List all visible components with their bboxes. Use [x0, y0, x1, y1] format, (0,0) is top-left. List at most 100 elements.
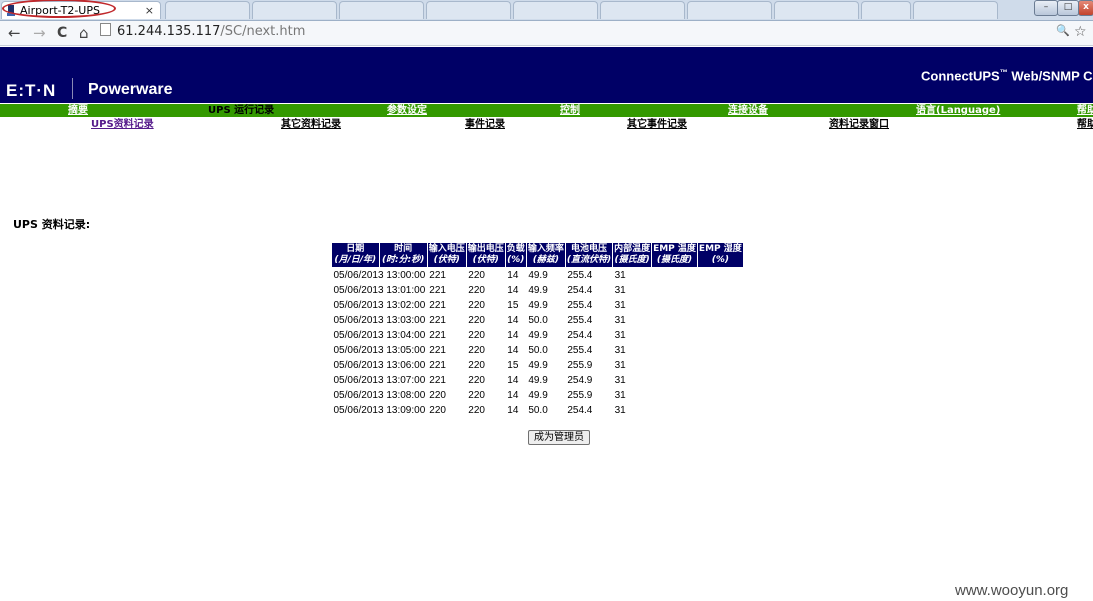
subnav-other-event-log[interactable]: 其它事件记录 — [627, 118, 687, 131]
table-row: 05/06/2013 13:07:00 221 220 14 49.9 254.9 31 — [332, 373, 744, 388]
table-cell-battery: 255.9 — [567, 390, 593, 401]
logo-divider — [72, 78, 73, 99]
table-cell-battery: 255.4 — [567, 345, 593, 356]
column-unit: (时:分:秒) — [381, 255, 425, 265]
table-row: 05/06/2013 13:03:00 221 220 14 50.0 255.4 31 — [332, 313, 744, 328]
table-cell-empty — [697, 328, 743, 343]
table-cell-empty — [697, 268, 743, 284]
table-cell-temp: 31 — [614, 375, 626, 386]
table-cell-vout: 220 — [468, 375, 485, 386]
table-row: 05/06/2013 13:02:00 221 220 15 49.9 255.4 31 — [332, 298, 744, 313]
nav-help[interactable]: 帮助 — [1077, 104, 1093, 117]
browser-tab-strip: Airport-T2-UPS × – □ x — [0, 0, 1093, 21]
table-row: 05/06/2013 13:08:00 220 220 14 49.9 255.9 31 — [332, 388, 744, 403]
table-cell-vout: 220 — [468, 345, 485, 356]
table-cell-empty — [652, 388, 698, 403]
table-cell-datetime: 05/06/2013 13:07:00 — [333, 375, 426, 386]
subnav-log-window[interactable]: 资料记录窗口 — [829, 118, 889, 131]
reload-icon[interactable]: C — [57, 24, 67, 42]
watermark-text: www.wooyun.org — [955, 582, 1069, 599]
subnav-help[interactable]: 帮助 — [1077, 118, 1093, 131]
table-cell-load: 14 — [507, 285, 519, 296]
subnav-ups-data-log[interactable]: UPS资料记录 — [91, 118, 154, 131]
table-row: 05/06/2013 13:05:00 221 220 14 50.0 255.4 31 — [332, 343, 744, 358]
table-cell-empty — [697, 403, 743, 418]
browser-tab[interactable] — [513, 1, 598, 19]
browser-tab[interactable] — [913, 1, 998, 19]
column-header: 内部温度 (摄氏度) — [612, 242, 653, 268]
nav-connected-devices[interactable]: 连接设备 — [728, 104, 768, 117]
table-cell-temp: 31 — [614, 405, 626, 416]
table-cell-empty — [697, 373, 743, 388]
table-cell-freq: 49.9 — [528, 375, 548, 386]
close-window-icon[interactable]: x — [1078, 0, 1093, 16]
table-cell-vout: 220 — [468, 270, 485, 281]
nav-ups-log[interactable]: UPS 运行记录 — [208, 104, 274, 117]
browser-tab[interactable] — [252, 1, 337, 19]
table-cell-empty — [697, 358, 743, 373]
column-name: 日期 — [346, 244, 365, 254]
table-cell-load: 14 — [507, 330, 519, 341]
home-icon[interactable]: ⌂ — [79, 24, 89, 42]
browser-tab[interactable] — [861, 1, 911, 19]
browser-tab[interactable] — [774, 1, 859, 19]
table-row: 05/06/2013 13:00:00 221 220 14 49.9 255.4 31 — [332, 268, 744, 284]
column-name: 输出电压 — [467, 244, 504, 254]
table-cell-freq: 50.0 — [528, 405, 548, 416]
table-cell-vout: 220 — [468, 330, 485, 341]
nav-control[interactable]: 控制 — [560, 104, 580, 117]
column-name: EMP 湿度 — [698, 244, 742, 254]
table-cell-battery: 255.9 — [567, 360, 593, 371]
browser-tab[interactable] — [687, 1, 772, 19]
become-admin-button[interactable]: 成为管理员 — [528, 430, 590, 445]
table-cell-empty — [652, 358, 698, 373]
table-row: 05/06/2013 13:06:00 221 220 15 49.9 255.9 31 — [332, 358, 744, 373]
table-cell-datetime: 05/06/2013 13:00:00 — [333, 270, 426, 281]
bookmark-star-icon[interactable]: ☆ — [1074, 24, 1087, 40]
table-cell-datetime: 05/06/2013 13:09:00 — [333, 405, 426, 416]
table-cell-empty — [652, 298, 698, 313]
address-toolbar: ← → C ⌂ 61.244.135.117/SC/next.htm 🔍 ☆ — [0, 21, 1093, 46]
table-cell-datetime: 05/06/2013 13:04:00 — [333, 330, 426, 341]
zoom-icon[interactable]: 🔍 — [1056, 24, 1070, 37]
table-cell-freq: 49.9 — [528, 285, 548, 296]
eaton-logo: E:T·N — [6, 81, 57, 100]
tab-close-icon[interactable]: × — [145, 2, 154, 19]
nav-parameters[interactable]: 参数设定 — [387, 104, 427, 117]
back-icon[interactable]: ← — [8, 24, 21, 42]
table-cell-vout: 220 — [468, 390, 485, 401]
column-unit: (伏特) — [472, 255, 499, 265]
column-unit: (摄氏度) — [656, 255, 693, 265]
nav-language[interactable]: 语言(Language) — [916, 104, 1000, 117]
subnav-other-data-log[interactable]: 其它资料记录 — [281, 118, 341, 131]
table-cell-temp: 31 — [614, 270, 626, 281]
column-header: EMP 湿度 (%) — [696, 242, 744, 268]
subnav-event-log[interactable]: 事件记录 — [465, 118, 505, 131]
browser-tab[interactable] — [165, 1, 250, 19]
column-name: 输入电压 — [428, 244, 465, 254]
table-cell-battery: 254.4 — [567, 330, 593, 341]
table-cell-battery: 255.4 — [567, 270, 593, 281]
table-cell-temp: 31 — [614, 330, 626, 341]
browser-tab[interactable] — [339, 1, 424, 19]
table-header-row: 日期 (月/日/年) 时间 (时:分:秒) 输入电压 (伏特) 输出电压 (伏特) 负载… — [331, 242, 744, 268]
table-cell-empty — [652, 283, 698, 298]
forward-icon[interactable]: → — [33, 24, 46, 42]
table-cell-temp: 31 — [614, 390, 626, 401]
table-cell-empty — [697, 313, 743, 328]
nav-summary[interactable]: 摘要 — [68, 104, 88, 117]
table-cell-empty — [652, 313, 698, 328]
product-suffix: Web/SNMP C — [1011, 68, 1093, 84]
maximize-icon[interactable]: □ — [1057, 0, 1079, 16]
minimize-icon[interactable]: – — [1034, 0, 1058, 16]
column-name: 内部温度 — [614, 244, 651, 254]
table-cell-freq: 49.9 — [528, 390, 548, 401]
browser-tab[interactable] — [426, 1, 511, 19]
browser-tab[interactable] — [600, 1, 685, 19]
url-input[interactable]: 61.244.135.117/SC/next.htm — [100, 23, 1050, 41]
table-cell-freq: 49.9 — [528, 360, 548, 371]
table-cell-datetime: 05/06/2013 13:03:00 — [333, 315, 426, 326]
column-unit: (摄氏度) — [614, 255, 650, 265]
table-cell-vin: 221 — [429, 330, 446, 341]
ups-data-log-table: 日期 (月/日/年) 时间 (时:分:秒) 输入电压 (伏特) 输出电压 (伏特) 负载… — [331, 242, 744, 418]
